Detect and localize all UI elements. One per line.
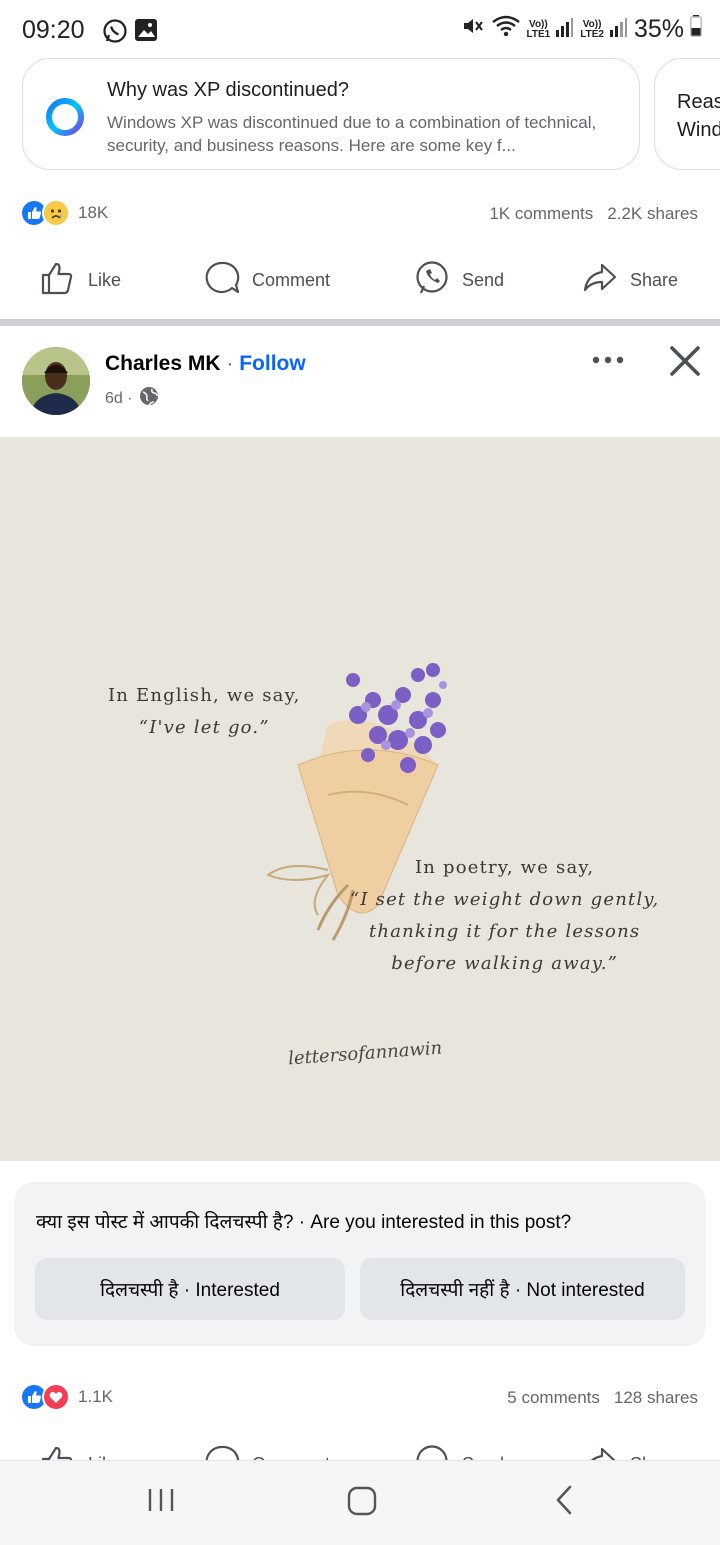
- more-options-button[interactable]: [590, 346, 626, 374]
- thumbs-up-icon: [40, 1444, 76, 1460]
- comments-count[interactable]: 5 comments: [507, 1388, 600, 1408]
- share-button[interactable]: Share: [582, 1444, 678, 1460]
- like-button[interactable]: Like: [40, 1444, 121, 1460]
- recent-apps-button[interactable]: [146, 1485, 176, 1520]
- send-label: Send: [462, 270, 505, 290]
- lte1-indicator: Vo)) LTE1: [526, 18, 551, 40]
- comment-button[interactable]: Comment: [204, 1444, 330, 1460]
- question-title: Reas: [677, 91, 720, 113]
- post-action-bar: Like Comment Send Share: [0, 1434, 720, 1460]
- author-name[interactable]: Charles MK: [105, 352, 221, 375]
- back-button[interactable]: [550, 1485, 580, 1520]
- meta-ai-icon: [45, 97, 85, 137]
- question-card[interactable]: Reas Wind: [654, 58, 720, 170]
- thumbs-up-icon: [40, 260, 76, 301]
- avatar[interactable]: [22, 347, 90, 415]
- comment-label: Comment: [252, 270, 331, 290]
- gallery-icon: [134, 18, 158, 47]
- shares-count[interactable]: 128 shares: [614, 1388, 698, 1408]
- clock: 09:20: [22, 16, 85, 44]
- post-meta: 6d ·: [105, 386, 159, 411]
- share-icon: [582, 1444, 618, 1460]
- whatsapp-icon: [414, 260, 450, 301]
- not-interested-button[interactable]: दिलचस्पी नहीं है · Not interested: [360, 1258, 685, 1320]
- answer-preview: Wind: [677, 119, 720, 141]
- share-button[interactable]: Share: [582, 260, 678, 301]
- whatsapp-icon: [414, 1444, 450, 1460]
- send-button[interactable]: Send: [414, 1444, 504, 1460]
- more-dots-icon: [590, 356, 626, 378]
- post-time[interactable]: 6d ·: [105, 390, 133, 408]
- home-button[interactable]: [346, 1485, 378, 1522]
- reaction-summary[interactable]: 18K: [20, 196, 108, 230]
- question-card[interactable]: Why was XP discontinued? Windows XP was …: [22, 58, 640, 170]
- share-icon: [582, 260, 618, 301]
- comment-icon: [204, 1444, 240, 1460]
- like-label: Like: [88, 270, 122, 290]
- sad-reaction-icon: [42, 199, 70, 227]
- signal1-icon: [556, 15, 574, 44]
- follow-button[interactable]: Follow: [239, 352, 306, 375]
- lte2-indicator: Vo)) LTE2: [580, 18, 604, 40]
- hide-post-button[interactable]: [666, 342, 704, 380]
- engagement-stats: 1K comments 2.2K shares: [489, 204, 698, 224]
- answer-preview: Windows XP was discontinued due to a com…: [107, 113, 597, 155]
- send-button[interactable]: Send: [414, 260, 504, 301]
- love-reaction-icon: [42, 1383, 70, 1411]
- reaction-summary[interactable]: 1.1K: [20, 1380, 113, 1414]
- like-button[interactable]: Like: [40, 260, 121, 301]
- suggested-questions-carousel: Why was XP discontinued? Windows XP was …: [0, 56, 720, 174]
- mute-icon: [461, 14, 485, 45]
- close-icon: [666, 346, 704, 384]
- interested-button[interactable]: दिलचस्पी है · Interested: [35, 1258, 345, 1320]
- status-icons: Vo)) LTE1 Vo)) LTE2 35%: [461, 14, 702, 45]
- post-author-line: Charles MK · Follow: [105, 352, 306, 376]
- shares-count[interactable]: 2.2K shares: [607, 204, 698, 224]
- share-label: Share: [630, 270, 679, 290]
- question-title: Why was XP discontinued?: [107, 79, 349, 101]
- comments-count[interactable]: 1K comments: [489, 204, 593, 224]
- author-signature: lettersofannawin: [287, 1037, 443, 1070]
- whatsapp-icon: [102, 18, 128, 49]
- system-navigation-bar: [0, 1460, 720, 1545]
- wifi-icon: [491, 14, 521, 45]
- globe-icon: [139, 386, 159, 411]
- post-action-bar: Like Comment Send Share: [0, 250, 720, 310]
- signal2-icon: [609, 15, 628, 44]
- separator: ·: [226, 352, 234, 375]
- battery-percent: 35%: [633, 15, 684, 43]
- interest-prompt: क्या इस पोस्ट में आपकी दिलचस्पी है? · Ar…: [14, 1182, 706, 1346]
- engagement-stats: 5 comments 128 shares: [507, 1388, 698, 1408]
- post-divider: [0, 319, 720, 326]
- post-image[interactable]: In English, we say, “I've let go.” In po…: [0, 437, 720, 1161]
- comment-icon: [204, 260, 240, 301]
- quote-poetry: In poetry, we say, “I set the weight dow…: [350, 857, 660, 974]
- battery-icon: [690, 15, 702, 44]
- reaction-count: 18K: [78, 203, 109, 222]
- interest-question: क्या इस पोस्ट में आपकी दिलचस्पी है? · Ar…: [36, 1212, 572, 1233]
- status-bar: 09:20 Vo)) LTE1 Vo)) LTE2 35%: [0, 0, 720, 62]
- reaction-count: 1.1K: [78, 1387, 113, 1406]
- comment-button[interactable]: Comment: [204, 260, 330, 301]
